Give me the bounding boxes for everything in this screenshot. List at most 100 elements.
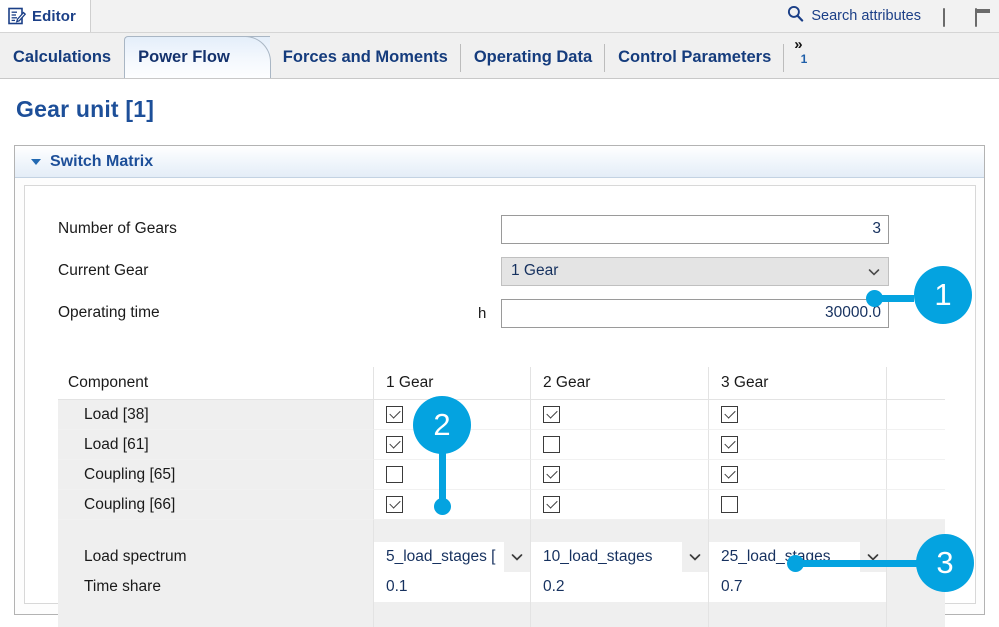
chevron-down-icon bbox=[868, 265, 879, 276]
component-name: Load [61] bbox=[58, 430, 373, 460]
chevron-down-icon[interactable] bbox=[860, 542, 886, 572]
callout-2-anchor-dot bbox=[434, 498, 451, 515]
callout-3: 3 bbox=[916, 534, 974, 592]
load-spectrum-value-gear-2: 10_load_stages bbox=[543, 548, 652, 566]
load-spectrum-dropdown-gear-2[interactable]: 10_load_stages bbox=[530, 542, 708, 572]
search-attributes-control[interactable]: Search attributes bbox=[787, 0, 921, 32]
checkbox-checked-icon[interactable] bbox=[543, 466, 560, 483]
switch-matrix-table: Component 1 Gear 2 Gear 3 Gear Load [38]… bbox=[58, 367, 945, 546]
editor-tab[interactable]: Editor bbox=[0, 0, 91, 32]
row-operating-time: Operating time h 30000.0 bbox=[25, 298, 975, 328]
load-spectrum-dropdown-gear-1[interactable]: 5_load_stages [ bbox=[373, 542, 530, 572]
row-time-share: Time share 0.1 0.2 0.7 bbox=[58, 572, 945, 602]
checkbox-unchecked-icon[interactable] bbox=[543, 436, 560, 453]
triangle-down-icon[interactable] bbox=[31, 159, 41, 165]
document-pencil-icon bbox=[8, 7, 26, 25]
row-current-gear: Current Gear 1 Gear bbox=[25, 256, 975, 286]
tab-control-parameters[interactable]: Control Parameters bbox=[605, 36, 784, 78]
switch-matrix-body: Number of Gears 3 Current Gear 1 Gear Op… bbox=[24, 185, 976, 604]
operating-time-input[interactable]: 30000.0 bbox=[501, 299, 889, 328]
gear-1-checkbox-cell[interactable] bbox=[373, 460, 530, 490]
tab-label: Power Flow bbox=[138, 48, 230, 67]
callout-1-number: 1 bbox=[934, 277, 951, 313]
table-row: Load [38] bbox=[58, 400, 945, 430]
gear-3-checkbox-cell[interactable] bbox=[708, 490, 886, 520]
callout-3-leader-line bbox=[795, 560, 925, 567]
spacer-cell bbox=[886, 490, 945, 520]
column-header-spacer bbox=[886, 367, 945, 400]
time-share-label: Time share bbox=[58, 572, 373, 602]
chevron-down-icon[interactable] bbox=[504, 542, 530, 572]
editor-titlebar: Editor Search attributes bbox=[0, 0, 999, 33]
tab-list: Calculations Power Flow Forces and Momen… bbox=[0, 33, 823, 78]
load-spectrum-label: Load spectrum bbox=[58, 542, 373, 572]
component-name: Load [38] bbox=[58, 400, 373, 430]
gear-2-checkbox-cell[interactable] bbox=[530, 430, 708, 460]
column-header-gear-3: 3 Gear bbox=[708, 367, 886, 400]
row-number-of-gears: Number of Gears 3 bbox=[25, 214, 975, 244]
filler-cell bbox=[708, 602, 886, 627]
gear-3-checkbox-cell[interactable] bbox=[708, 400, 886, 430]
time-share-value-gear-3[interactable]: 0.7 bbox=[708, 572, 886, 602]
checkbox-checked-icon[interactable] bbox=[543, 406, 560, 423]
tab-label: Calculations bbox=[13, 48, 111, 67]
load-spectrum-table: Load spectrum 5_load_stages [ 10_load_st… bbox=[58, 542, 945, 627]
row-filler bbox=[58, 602, 945, 627]
gear-1-checkbox-cell[interactable] bbox=[373, 490, 530, 520]
gear-3-checkbox-cell[interactable] bbox=[708, 430, 886, 460]
time-share-value-gear-2[interactable]: 0.2 bbox=[530, 572, 708, 602]
number-of-gears-input[interactable]: 3 bbox=[501, 215, 889, 244]
table-header-row: Component 1 Gear 2 Gear 3 Gear bbox=[58, 367, 945, 400]
search-attributes-label: Search attributes bbox=[811, 8, 921, 24]
gear-2-checkbox-cell[interactable] bbox=[530, 460, 708, 490]
component-name: Coupling [66] bbox=[58, 490, 373, 520]
filler-cell bbox=[58, 602, 373, 627]
checkbox-checked-icon[interactable] bbox=[721, 436, 738, 453]
tab-overflow-button[interactable]: » 1 bbox=[784, 31, 823, 78]
column-header-gear-1: 1 Gear bbox=[373, 367, 530, 400]
checkbox-unchecked-icon[interactable] bbox=[386, 466, 403, 483]
gear-3-checkbox-cell[interactable] bbox=[708, 460, 886, 490]
tab-calculations[interactable]: Calculations bbox=[0, 36, 124, 78]
page-title: Gear unit [1] bbox=[16, 96, 154, 123]
checkbox-checked-icon[interactable] bbox=[386, 496, 403, 513]
checkbox-unchecked-icon[interactable] bbox=[721, 496, 738, 513]
gear-2-checkbox-cell[interactable] bbox=[530, 400, 708, 430]
chevron-down-icon[interactable] bbox=[682, 542, 708, 572]
tab-label: Control Parameters bbox=[618, 48, 771, 67]
callout-3-number: 3 bbox=[936, 545, 953, 581]
checkbox-checked-icon[interactable] bbox=[386, 436, 403, 453]
checkbox-checked-icon[interactable] bbox=[721, 466, 738, 483]
gear-2-checkbox-cell[interactable] bbox=[530, 490, 708, 520]
callout-3-anchor-dot bbox=[787, 555, 804, 572]
switch-matrix-section: Switch Matrix Number of Gears 3 Current … bbox=[14, 145, 985, 615]
table-row: Coupling [65] bbox=[58, 460, 945, 490]
load-spectrum-value-gear-1: 5_load_stages [ bbox=[386, 548, 495, 566]
editor-window: Editor Search attributes Calculations Po… bbox=[0, 0, 999, 627]
callout-2: 2 bbox=[413, 396, 471, 454]
component-name: Coupling [65] bbox=[58, 460, 373, 490]
maximize-icon[interactable] bbox=[975, 9, 991, 23]
double-chevron-icon: » bbox=[794, 36, 802, 53]
callout-1: 1 bbox=[914, 266, 972, 324]
checkbox-checked-icon[interactable] bbox=[386, 406, 403, 423]
operating-time-unit: h bbox=[478, 305, 486, 322]
checkbox-checked-icon[interactable] bbox=[721, 406, 738, 423]
tab-power-flow[interactable]: Power Flow bbox=[124, 36, 270, 78]
filler-cell bbox=[373, 602, 530, 627]
window-controls bbox=[943, 0, 991, 32]
filler-cell bbox=[530, 602, 708, 627]
search-icon bbox=[787, 5, 804, 27]
spacer-cell bbox=[886, 430, 945, 460]
time-share-value-gear-1[interactable]: 0.1 bbox=[373, 572, 530, 602]
column-header-gear-2: 2 Gear bbox=[530, 367, 708, 400]
tab-strip: Calculations Power Flow Forces and Momen… bbox=[0, 33, 999, 79]
callout-1-anchor-dot bbox=[866, 290, 883, 307]
switch-matrix-header[interactable]: Switch Matrix bbox=[15, 146, 984, 178]
current-gear-label: Current Gear bbox=[58, 262, 148, 280]
checkbox-checked-icon[interactable] bbox=[543, 496, 560, 513]
tab-operating-data[interactable]: Operating Data bbox=[461, 36, 605, 78]
current-gear-dropdown[interactable]: 1 Gear bbox=[501, 257, 889, 286]
minimize-icon[interactable] bbox=[943, 9, 959, 23]
tab-forces-and-moments[interactable]: Forces and Moments bbox=[270, 36, 461, 78]
